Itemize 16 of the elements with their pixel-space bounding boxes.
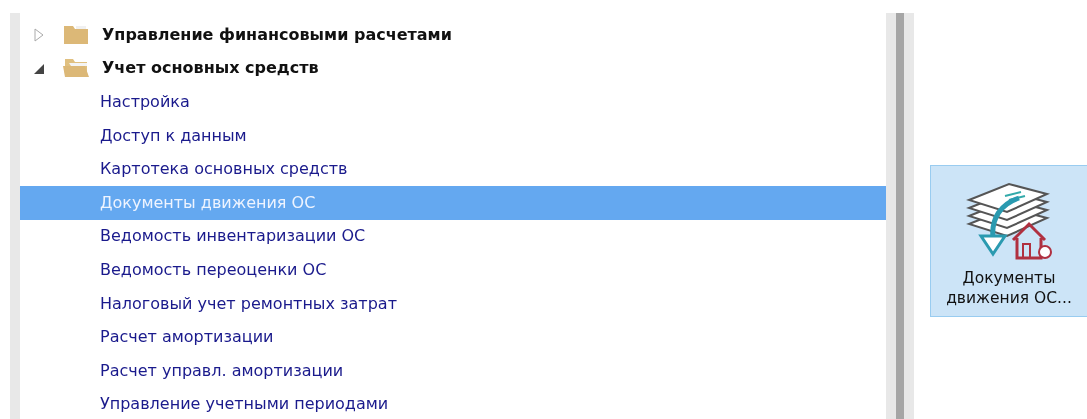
- tree-item[interactable]: Расчет управл. амортизации: [20, 353, 886, 388]
- folder-icon: [62, 23, 90, 46]
- tree-item[interactable]: Налоговый учет ремонтных затрат: [20, 286, 886, 321]
- tree-item[interactable]: Расчет амортизации: [20, 320, 886, 354]
- expand-icon[interactable]: [33, 27, 45, 42]
- tile-label: Документы движения ОС...: [945, 268, 1073, 309]
- shortcut-tile[interactable]: Документы движения ОС...: [930, 165, 1087, 317]
- group-label[interactable]: Учет основных средств: [102, 56, 319, 81]
- tree-item[interactable]: Ведомость переоценки ОС: [20, 253, 886, 287]
- tree-item[interactable]: Доступ к данным: [20, 118, 886, 153]
- tree-item[interactable]: Настройка: [20, 85, 886, 119]
- tree-item[interactable]: Управление учетными периодами: [20, 387, 886, 419]
- tree-item[interactable]: Ведомость инвентаризации ОС: [20, 219, 886, 254]
- group-label[interactable]: Управление финансовыми расчетами: [102, 22, 452, 47]
- folder-icon: [62, 57, 90, 80]
- tree-item[interactable]: Картотека основных средств: [20, 152, 886, 186]
